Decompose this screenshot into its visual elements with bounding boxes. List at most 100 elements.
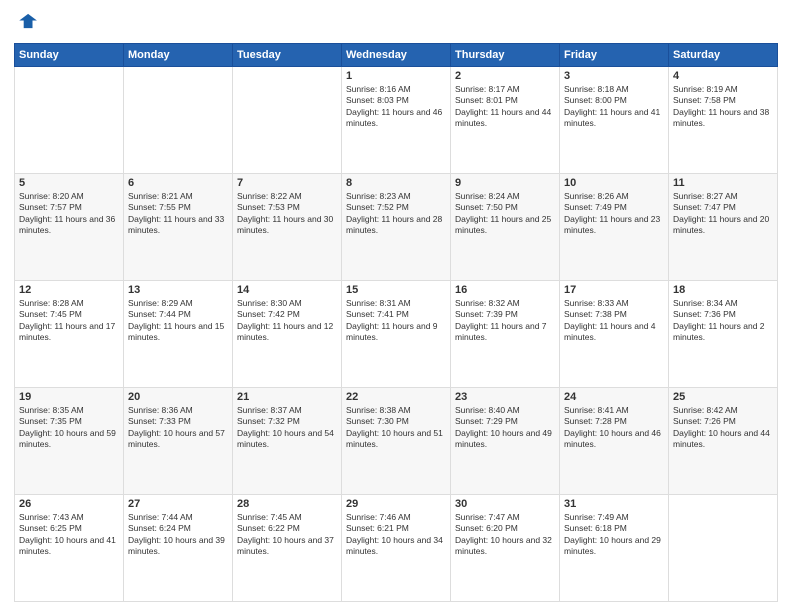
cell-content: Sunrise: 8:31 AM xyxy=(346,298,446,309)
cell-content: Sunrise: 7:45 AM xyxy=(237,512,337,523)
cell-content: Sunset: 7:50 PM xyxy=(455,202,555,213)
calendar-day-25: 25Sunrise: 8:42 AMSunset: 7:26 PMDayligh… xyxy=(669,388,778,495)
cell-content: Sunset: 6:21 PM xyxy=(346,523,446,534)
cell-content: Sunrise: 8:30 AM xyxy=(237,298,337,309)
cell-content: Sunrise: 8:27 AM xyxy=(673,191,773,202)
cell-content: Sunrise: 8:42 AM xyxy=(673,405,773,416)
cell-content: Sunset: 7:39 PM xyxy=(455,309,555,320)
cell-content: Daylight: 11 hours and 15 minutes. xyxy=(128,321,228,344)
day-header-sunday: Sunday xyxy=(15,44,124,67)
cell-content: Sunrise: 7:46 AM xyxy=(346,512,446,523)
day-number: 29 xyxy=(346,498,446,510)
cell-content: Sunrise: 8:41 AM xyxy=(564,405,664,416)
cell-content: Sunrise: 8:38 AM xyxy=(346,405,446,416)
cell-content: Sunset: 7:36 PM xyxy=(673,309,773,320)
calendar-day-2: 2Sunrise: 8:17 AMSunset: 8:01 PMDaylight… xyxy=(451,67,560,174)
day-number: 19 xyxy=(19,391,119,403)
cell-content: Daylight: 10 hours and 34 minutes. xyxy=(346,535,446,558)
day-number: 2 xyxy=(455,70,555,82)
cell-content: Sunset: 7:42 PM xyxy=(237,309,337,320)
cell-content: Daylight: 11 hours and 23 minutes. xyxy=(564,214,664,237)
calendar-day-3: 3Sunrise: 8:18 AMSunset: 8:00 PMDaylight… xyxy=(560,67,669,174)
day-number: 8 xyxy=(346,177,446,189)
cell-content: Daylight: 10 hours and 41 minutes. xyxy=(19,535,119,558)
cell-content: Daylight: 10 hours and 59 minutes. xyxy=(19,428,119,451)
cell-content: Sunset: 7:58 PM xyxy=(673,95,773,106)
cell-content: Daylight: 11 hours and 20 minutes. xyxy=(673,214,773,237)
day-number: 24 xyxy=(564,391,664,403)
cell-content: Sunrise: 8:26 AM xyxy=(564,191,664,202)
calendar-day-18: 18Sunrise: 8:34 AMSunset: 7:36 PMDayligh… xyxy=(669,281,778,388)
cell-content: Sunset: 8:00 PM xyxy=(564,95,664,106)
cell-content: Sunrise: 8:21 AM xyxy=(128,191,228,202)
cell-content: Daylight: 11 hours and 41 minutes. xyxy=(564,107,664,130)
cell-content: Daylight: 10 hours and 57 minutes. xyxy=(128,428,228,451)
day-number: 27 xyxy=(128,498,228,510)
calendar-day-30: 30Sunrise: 7:47 AMSunset: 6:20 PMDayligh… xyxy=(451,495,560,602)
day-number: 20 xyxy=(128,391,228,403)
day-number: 7 xyxy=(237,177,337,189)
calendar-day-19: 19Sunrise: 8:35 AMSunset: 7:35 PMDayligh… xyxy=(15,388,124,495)
calendar-day-5: 5Sunrise: 8:20 AMSunset: 7:57 PMDaylight… xyxy=(15,174,124,281)
cell-content: Sunset: 6:18 PM xyxy=(564,523,664,534)
day-number: 14 xyxy=(237,284,337,296)
day-number: 22 xyxy=(346,391,446,403)
day-number: 13 xyxy=(128,284,228,296)
cell-content: Sunset: 6:20 PM xyxy=(455,523,555,534)
cell-content: Daylight: 11 hours and 7 minutes. xyxy=(455,321,555,344)
day-number: 6 xyxy=(128,177,228,189)
cell-content: Daylight: 11 hours and 9 minutes. xyxy=(346,321,446,344)
cell-content: Sunrise: 7:44 AM xyxy=(128,512,228,523)
cell-content: Sunset: 7:44 PM xyxy=(128,309,228,320)
calendar-week-1: 1Sunrise: 8:16 AMSunset: 8:03 PMDaylight… xyxy=(15,67,778,174)
day-number: 16 xyxy=(455,284,555,296)
cell-content: Daylight: 11 hours and 28 minutes. xyxy=(346,214,446,237)
empty-cell xyxy=(15,67,124,174)
calendar-header-row: SundayMondayTuesdayWednesdayThursdayFrid… xyxy=(15,44,778,67)
day-number: 28 xyxy=(237,498,337,510)
calendar-day-15: 15Sunrise: 8:31 AMSunset: 7:41 PMDayligh… xyxy=(342,281,451,388)
cell-content: Sunset: 7:52 PM xyxy=(346,202,446,213)
calendar-day-17: 17Sunrise: 8:33 AMSunset: 7:38 PMDayligh… xyxy=(560,281,669,388)
day-header-monday: Monday xyxy=(124,44,233,67)
cell-content: Sunset: 7:55 PM xyxy=(128,202,228,213)
day-number: 15 xyxy=(346,284,446,296)
cell-content: Sunset: 7:26 PM xyxy=(673,416,773,427)
calendar-week-3: 12Sunrise: 8:28 AMSunset: 7:45 PMDayligh… xyxy=(15,281,778,388)
calendar-day-9: 9Sunrise: 8:24 AMSunset: 7:50 PMDaylight… xyxy=(451,174,560,281)
cell-content: Sunrise: 8:37 AM xyxy=(237,405,337,416)
day-header-saturday: Saturday xyxy=(669,44,778,67)
calendar-week-4: 19Sunrise: 8:35 AMSunset: 7:35 PMDayligh… xyxy=(15,388,778,495)
calendar-day-31: 31Sunrise: 7:49 AMSunset: 6:18 PMDayligh… xyxy=(560,495,669,602)
calendar-day-20: 20Sunrise: 8:36 AMSunset: 7:33 PMDayligh… xyxy=(124,388,233,495)
cell-content: Sunset: 7:49 PM xyxy=(564,202,664,213)
day-number: 9 xyxy=(455,177,555,189)
cell-content: Sunrise: 8:35 AM xyxy=(19,405,119,416)
day-number: 17 xyxy=(564,284,664,296)
cell-content: Sunset: 7:45 PM xyxy=(19,309,119,320)
day-number: 1 xyxy=(346,70,446,82)
calendar-day-12: 12Sunrise: 8:28 AMSunset: 7:45 PMDayligh… xyxy=(15,281,124,388)
day-number: 23 xyxy=(455,391,555,403)
calendar-day-6: 6Sunrise: 8:21 AMSunset: 7:55 PMDaylight… xyxy=(124,174,233,281)
cell-content: Sunset: 7:32 PM xyxy=(237,416,337,427)
day-header-thursday: Thursday xyxy=(451,44,560,67)
calendar-day-14: 14 Sunrise: 8:30 AMSunset: 7:42 PMDayligh… xyxy=(233,281,342,388)
day-number: 10 xyxy=(564,177,664,189)
calendar-table: SundayMondayTuesdayWednesdayThursdayFrid… xyxy=(14,43,778,602)
calendar-day-13: 13Sunrise: 8:29 AMSunset: 7:44 PMDayligh… xyxy=(124,281,233,388)
cell-content: Sunrise: 8:34 AM xyxy=(673,298,773,309)
cell-content: Daylight: 11 hours and 46 minutes. xyxy=(346,107,446,130)
cell-content: Daylight: 11 hours and 44 minutes. xyxy=(455,107,555,130)
cell-content: Daylight: 11 hours and 17 minutes. xyxy=(19,321,119,344)
calendar-day-26: 26Sunrise: 7:43 AMSunset: 6:25 PMDayligh… xyxy=(15,495,124,602)
cell-content: Sunset: 6:24 PM xyxy=(128,523,228,534)
calendar-day-21: 21Sunrise: 8:37 AMSunset: 7:32 PMDayligh… xyxy=(233,388,342,495)
calendar-day-28: 28Sunrise: 7:45 AMSunset: 6:22 PMDayligh… xyxy=(233,495,342,602)
header xyxy=(14,10,778,37)
cell-content: Daylight: 10 hours and 49 minutes. xyxy=(455,428,555,451)
cell-content: Sunrise: 7:43 AM xyxy=(19,512,119,523)
day-header-wednesday: Wednesday xyxy=(342,44,451,67)
cell-content: Daylight: 11 hours and 12 minutes. xyxy=(237,321,337,344)
cell-content: Daylight: 11 hours and 25 minutes. xyxy=(455,214,555,237)
